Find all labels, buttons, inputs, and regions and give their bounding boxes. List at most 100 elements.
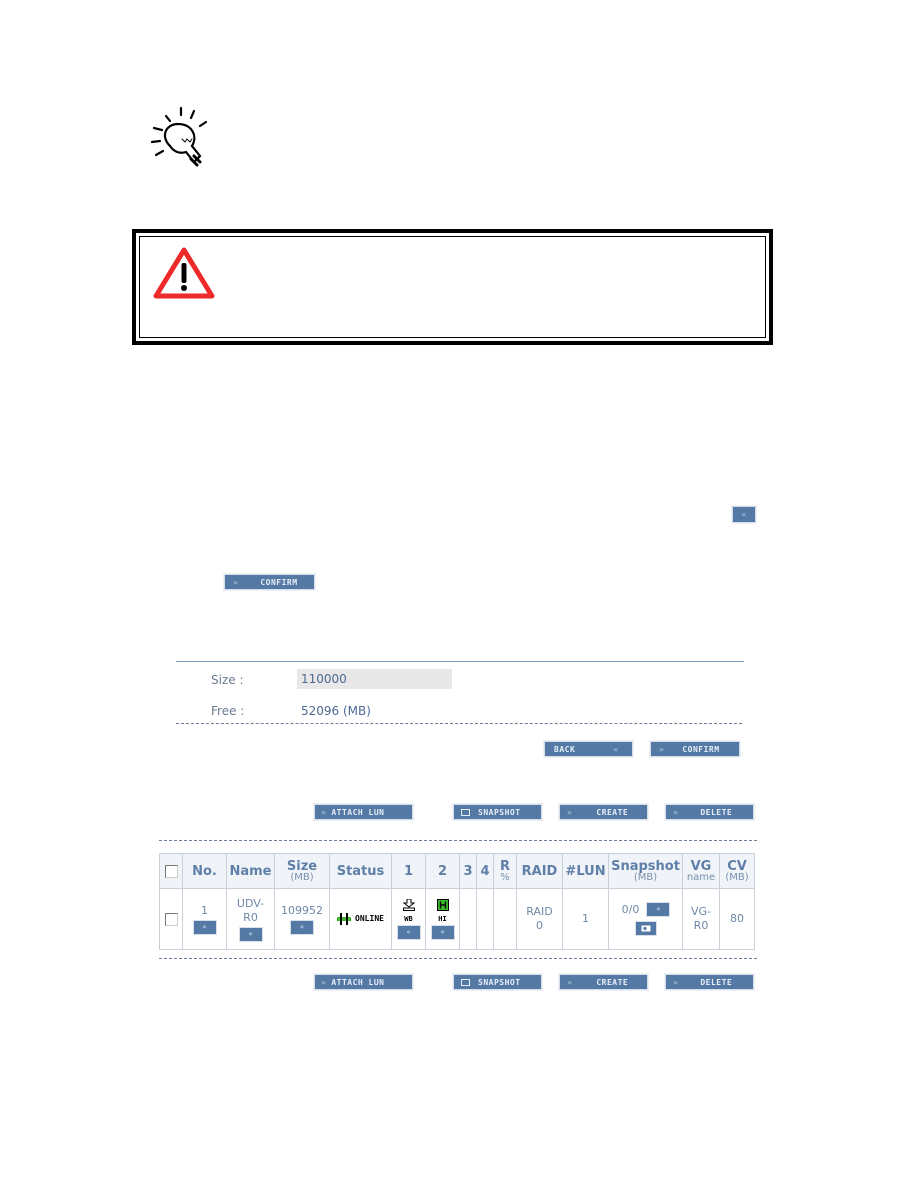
chevron-right-icon: »	[673, 807, 679, 817]
camera-icon	[641, 925, 650, 932]
table-bottom-dotted-divider	[159, 958, 757, 959]
header-r-percent: R%	[493, 853, 517, 889]
snapshot-button[interactable]: SNAPSHOT	[454, 805, 541, 819]
lightbulb-icon	[148, 106, 220, 170]
attach-lun-button[interactable]: » ATTACH LUN	[315, 805, 412, 819]
cell-col-4	[476, 888, 494, 950]
cell-snapshot: 0/0 «	[608, 888, 683, 950]
raid-line2: 0	[536, 919, 543, 932]
name-line2: R0	[243, 911, 258, 924]
back-label: BACK	[554, 744, 576, 754]
create-label: CREATE	[596, 807, 629, 817]
header-lun-count: #LUN	[562, 853, 609, 889]
cell-r-percent	[493, 888, 517, 950]
create-label: CREATE	[596, 977, 629, 987]
delete-button-bottom[interactable]: » DELETE	[666, 975, 753, 989]
free-value: 52096 (MB)	[301, 704, 371, 718]
col2-action-button[interactable]: «	[431, 926, 454, 940]
panel-divider	[176, 661, 744, 662]
col1-action-button[interactable]: «	[397, 926, 420, 940]
header-no: No.	[182, 853, 227, 889]
status-text: ONLINE	[355, 914, 384, 923]
snapshot-button-bottom[interactable]: SNAPSHOT	[454, 975, 541, 989]
chevron-left-icon: «	[613, 744, 619, 754]
header-col-1: 1	[391, 853, 426, 889]
select-all-checkbox[interactable]	[164, 864, 178, 878]
chevron-right-icon: »	[321, 807, 327, 817]
snapshot-label: SNAPSHOT	[478, 977, 521, 987]
confirm-button[interactable]: » CONFIRM	[651, 742, 739, 756]
chevron-right-icon: »	[567, 807, 573, 817]
header-col-3: 3	[459, 853, 477, 889]
header-col-2: 2	[425, 853, 460, 889]
chevron-right-icon: »	[567, 977, 573, 987]
header-name: Name	[226, 853, 275, 889]
size-label: Size :	[211, 673, 244, 687]
delete-button[interactable]: » DELETE	[666, 805, 753, 819]
inline-confirm-button[interactable]: » CONFIRM	[225, 575, 314, 589]
take-snapshot-button[interactable]	[635, 922, 656, 936]
attach-lun-label: ATTACH LUN	[331, 807, 385, 817]
cell-vg-name: VG- R0	[682, 888, 720, 950]
snapshot-icon	[461, 978, 470, 986]
header-status: Status	[329, 853, 392, 889]
raid-line1: RAID	[526, 905, 553, 919]
snapshot-action-button[interactable]: «	[647, 903, 670, 916]
cell-size: 109952 «	[274, 888, 330, 950]
cell-status: ONLINE	[329, 888, 392, 950]
cell-raid: RAID 0	[516, 888, 563, 950]
header-cv: CV (MB)	[719, 853, 755, 889]
cell-col-1: WB «	[391, 888, 426, 950]
attach-lun-button-bottom[interactable]: » ATTACH LUN	[315, 975, 412, 989]
write-back-label: WB	[404, 914, 413, 923]
header-raid: RAID	[516, 853, 563, 889]
size-value: 109952	[281, 904, 323, 918]
snapshot-label: SNAPSHOT	[478, 807, 521, 817]
cell-col-3	[459, 888, 477, 950]
delete-label: DELETE	[700, 977, 733, 987]
no-action-button[interactable]: «	[193, 920, 216, 934]
table-header-row: No. Name Size (MB) Status 1 2 3 4 R% RAID…	[159, 853, 755, 889]
form-dotted-divider	[176, 723, 742, 724]
warning-box	[132, 229, 773, 345]
high-priority-icon	[436, 898, 449, 911]
high-priority-label: HI	[438, 914, 447, 923]
cell-cv: 80	[719, 888, 755, 950]
attach-lun-label: ATTACH LUN	[331, 977, 385, 987]
cell-no: 1 «	[182, 888, 227, 950]
online-status-icon	[337, 913, 352, 925]
table-row: 1 « UDV- R0 « 109952 « ONLINE WB « HI « …	[159, 888, 755, 950]
snapshot-value: 0/0	[621, 902, 640, 916]
header-col-4: 4	[476, 853, 494, 889]
confirm-label: CONFIRM	[260, 577, 298, 587]
size-input[interactable]	[297, 669, 452, 689]
table-top-dotted-divider	[159, 840, 757, 841]
warning-box-inner-border	[139, 236, 766, 338]
chevron-right-icon: »	[233, 577, 239, 587]
chevron-right-icon: »	[659, 744, 665, 754]
size-action-button[interactable]: «	[291, 920, 313, 934]
vg-line2: R0	[693, 919, 709, 932]
cell-name: UDV- R0 «	[226, 888, 275, 950]
inline-back-button[interactable]: «	[733, 507, 755, 522]
write-back-icon	[402, 898, 415, 911]
row-select-cell[interactable]	[159, 888, 183, 950]
header-vg-name: VG name	[682, 853, 720, 889]
header-snapshot: Snapshot (MB)	[608, 853, 683, 889]
row-checkbox[interactable]	[164, 912, 178, 926]
row-number: 1	[201, 904, 208, 918]
chevron-right-icon: »	[321, 977, 327, 987]
header-select-all[interactable]	[159, 853, 183, 889]
cell-col-2: HI «	[425, 888, 460, 950]
create-button-bottom[interactable]: » CREATE	[560, 975, 647, 989]
free-label: Free :	[211, 704, 245, 718]
confirm-label: CONFIRM	[682, 744, 720, 754]
name-line1: UDV-	[236, 897, 265, 911]
name-action-button[interactable]: «	[239, 927, 262, 941]
chevron-left-icon: «	[741, 510, 747, 519]
create-button[interactable]: » CREATE	[560, 805, 647, 819]
back-button[interactable]: BACK «	[545, 742, 632, 756]
chevron-right-icon: »	[673, 977, 679, 987]
delete-label: DELETE	[700, 807, 733, 817]
vg-line1: VG-	[690, 905, 712, 919]
